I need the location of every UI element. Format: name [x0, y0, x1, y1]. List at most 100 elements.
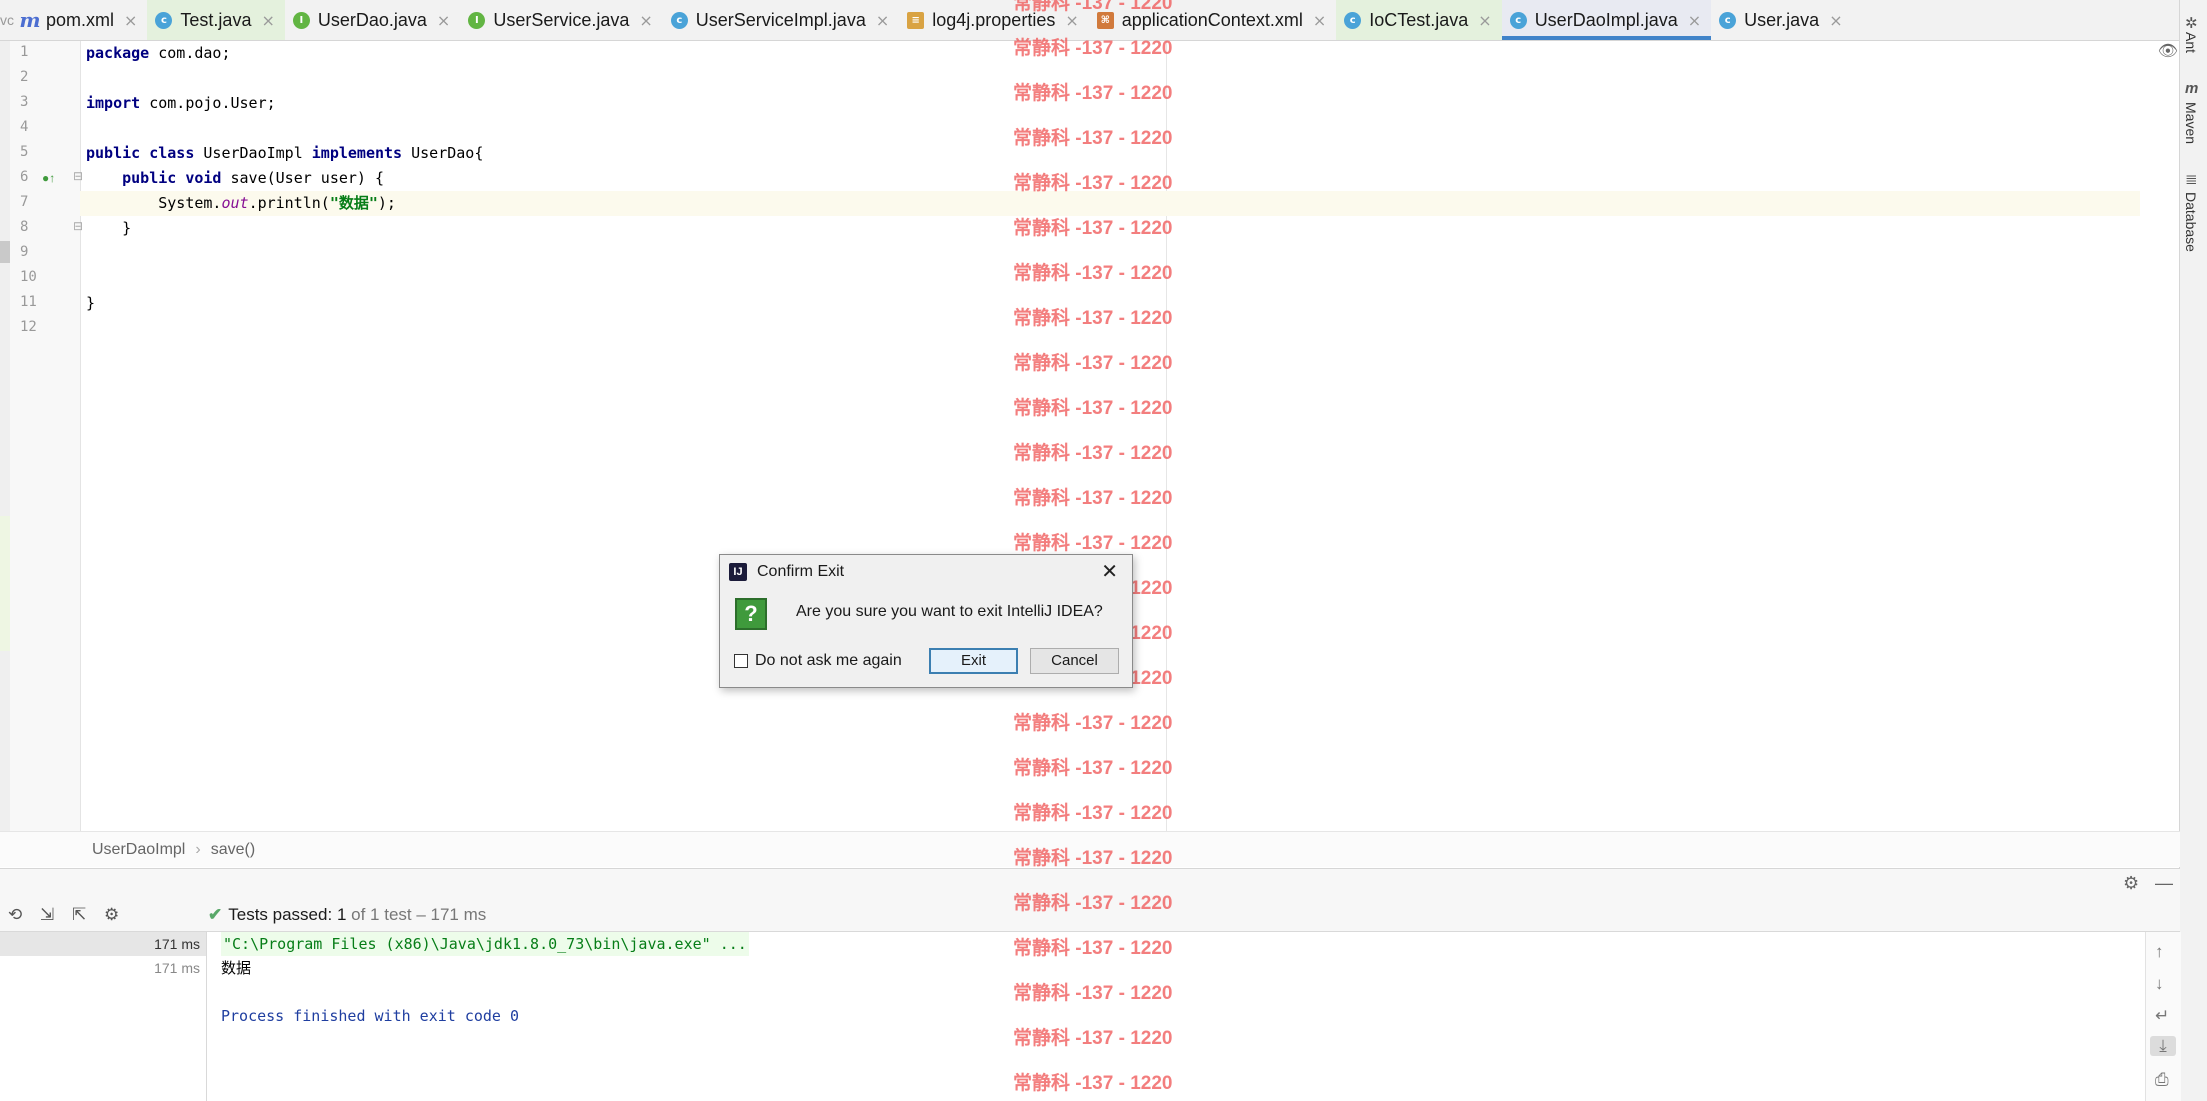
class-icon: c — [1509, 11, 1527, 29]
code-line[interactable] — [86, 116, 2140, 141]
settings-icon[interactable]: ⚙ — [104, 905, 119, 925]
code-line[interactable]: System.out.println("数据"); — [80, 191, 2140, 216]
code-line[interactable]: } — [86, 216, 2140, 241]
stripe-marker — [0, 241, 10, 263]
code-line[interactable]: public void save(User user) { — [86, 166, 2140, 191]
tab-userserviceimpl-java[interactable]: c UserServiceImpl.java × — [663, 0, 899, 40]
tab-label: UserServiceImpl.java — [695, 9, 866, 30]
tests-summary-rest: of 1 test – 171 ms — [351, 905, 487, 924]
fold-icon[interactable]: ⊟ — [73, 169, 83, 183]
tab-label: UserDaoImpl.java — [1534, 9, 1678, 30]
close-tab-icon[interactable]: × — [1065, 11, 1078, 30]
close-tab-icon[interactable]: × — [1313, 11, 1326, 30]
close-tab-icon[interactable]: × — [1829, 11, 1842, 30]
soft-wrap-icon[interactable]: ↵ — [2155, 1006, 2169, 1026]
exit-button[interactable]: Exit — [929, 648, 1018, 674]
close-tab-icon[interactable]: × — [1478, 11, 1491, 30]
code-token: import — [86, 94, 141, 112]
code-token: public class — [86, 144, 195, 162]
console-line: 数据 — [221, 959, 252, 977]
line-number: 12 — [20, 319, 37, 335]
code-line[interactable]: package com.dao; — [86, 41, 2140, 66]
ant-tool-button[interactable]: Ant — [2183, 32, 2199, 53]
code-area[interactable]: package com.dao; import com.pojo.User; pub… — [80, 41, 2140, 831]
intellij-logo-icon: IJ — [729, 563, 747, 581]
class-icon: c — [1719, 11, 1737, 29]
code-editor[interactable]: 1 2 3 4 5 6 7 8 9 10 11 12 ●↑ ⊟ ⊟ package com.dao; i… — [0, 41, 2180, 831]
tab-test-java[interactable]: c Test.java × — [147, 0, 285, 40]
tab-ioctest-java[interactable]: c IoCTest.java × — [1336, 0, 1502, 40]
tab-user-java[interactable]: c User.java × — [1711, 0, 1852, 40]
breadcrumb-class[interactable]: UserDaoImpl — [92, 841, 185, 859]
line-number: 1 — [20, 44, 29, 60]
maven-tool-button[interactable]: Maven — [2183, 102, 2199, 144]
database-tool-button[interactable]: Database — [2183, 192, 2199, 252]
reader-mode-icon[interactable]: 👁 — [2158, 41, 2178, 61]
code-token: public void — [122, 169, 222, 187]
print-icon[interactable]: ⎙ — [2155, 1070, 2169, 1090]
tests-passed-count: 1 — [336, 905, 347, 924]
test-tree-row[interactable]: 171 ms — [0, 932, 206, 956]
code-token: com.dao; — [149, 44, 231, 62]
cancel-button[interactable]: Cancel — [1030, 648, 1119, 674]
fold-icon[interactable]: ⊟ — [73, 219, 83, 233]
code-line[interactable] — [86, 241, 2140, 266]
code-line[interactable] — [86, 66, 2140, 91]
close-tab-icon[interactable]: × — [124, 11, 137, 30]
code-token: UserDaoImpl — [194, 144, 312, 162]
maven-icon: m — [19, 8, 41, 32]
close-tab-icon[interactable]: × — [261, 11, 274, 30]
code-line[interactable]: public class UserDaoImpl implements User… — [86, 141, 2140, 166]
tab-pom-xml[interactable]: m pom.xml × — [14, 0, 147, 40]
close-tab-icon[interactable]: × — [639, 11, 652, 30]
database-icon: ≣ — [2185, 171, 2198, 188]
line-number: 9 — [20, 244, 29, 260]
breadcrumb-method[interactable]: save() — [211, 841, 255, 859]
close-icon[interactable]: ✕ — [1101, 559, 1118, 583]
close-tab-icon[interactable]: × — [1688, 11, 1701, 30]
line-number: 7 — [20, 194, 29, 210]
gear-icon[interactable]: ⚙ — [2123, 873, 2139, 894]
test-tree-row[interactable]: 171 ms — [0, 956, 206, 980]
up-arrow-icon[interactable]: ↑ — [2155, 942, 2164, 962]
tab-label: UserDao.java — [317, 9, 427, 30]
export-icon[interactable]: ⇱ — [72, 905, 86, 925]
close-tab-icon[interactable]: × — [876, 11, 889, 30]
code-line[interactable]: } — [86, 291, 2140, 316]
history-icon[interactable]: ⟲ — [8, 905, 22, 925]
check-icon: ✔ — [208, 905, 223, 924]
interface-icon: I — [292, 11, 310, 29]
editor-tab-bar: vc m pom.xml × c Test.java × I UserDao.java × I Us… — [0, 0, 2180, 41]
maven-icon: m — [2185, 80, 2199, 97]
tab-userdao-java[interactable]: I UserDao.java × — [285, 0, 460, 40]
code-token: ); — [377, 194, 396, 212]
collapse-icon[interactable]: ⇲ — [40, 905, 54, 925]
code-line[interactable]: import com.pojo.User; — [86, 91, 2140, 116]
dialog-message: Are you sure you want to exit IntelliJ I… — [796, 603, 1103, 620]
code-line[interactable] — [86, 266, 2140, 291]
line-number: 5 — [20, 144, 29, 160]
minimize-icon[interactable]: — — [2155, 873, 2173, 894]
tab-label: applicationContext.xml — [1121, 9, 1303, 30]
tab-userdaoimpl-java[interactable]: c UserDaoImpl.java × — [1501, 0, 1712, 40]
tab-applicationcontext-xml[interactable]: ⌘ applicationContext.xml × — [1089, 0, 1337, 40]
tab-userservice-java[interactable]: I UserService.java × — [460, 0, 662, 40]
do-not-ask-label[interactable]: Do not ask me again — [755, 652, 902, 670]
down-arrow-icon[interactable]: ↓ — [2155, 974, 2164, 994]
close-tab-icon[interactable]: × — [437, 11, 450, 30]
implements-gutter-icon[interactable]: ●↑ — [42, 171, 55, 185]
class-icon: c — [1344, 11, 1362, 29]
scroll-to-end-icon[interactable]: ⤓ — [2150, 1036, 2176, 1056]
properties-file-icon: ≡ — [907, 11, 925, 29]
console-output[interactable]: "C:\Program Files (x86)\Java\jdk1.8.0_73… — [207, 932, 2145, 1101]
tests-status-label: Tests passed: — [228, 905, 333, 924]
do-not-ask-checkbox[interactable] — [734, 654, 748, 668]
code-token: package — [86, 44, 150, 62]
ant-icon: ✲ — [2185, 15, 2198, 32]
code-line[interactable] — [86, 316, 2140, 341]
tab-label: IoCTest.java — [1369, 9, 1469, 30]
class-icon: c — [155, 11, 173, 29]
tab-log4j-properties[interactable]: ≡ log4j.properties × — [899, 0, 1088, 40]
tab-label: UserService.java — [493, 9, 630, 30]
